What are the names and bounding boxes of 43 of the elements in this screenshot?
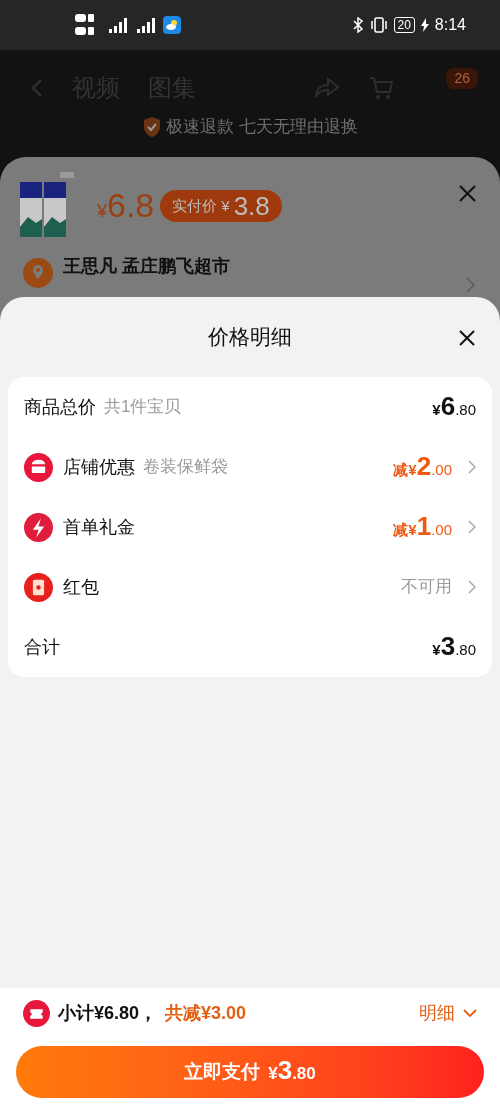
share-icon[interactable] bbox=[314, 76, 340, 100]
row-note: 卷装保鲜袋 bbox=[143, 456, 228, 479]
lightning-icon bbox=[24, 512, 53, 542]
chevron-right-icon[interactable] bbox=[466, 277, 475, 293]
location-icon bbox=[23, 258, 53, 288]
row-label: 首单礼金 bbox=[63, 515, 135, 539]
coupon-icon bbox=[23, 999, 50, 1027]
price-amount: ¥3.80 bbox=[432, 632, 476, 662]
battery-level: 20 bbox=[393, 17, 415, 33]
discount-amount: 减¥1.00 bbox=[393, 512, 452, 542]
details-toggle[interactable]: 明细 bbox=[419, 999, 477, 1027]
row-label: 红包 bbox=[63, 575, 99, 599]
row-label: 店铺优惠 bbox=[63, 455, 135, 479]
sheet-title: 价格明细 bbox=[208, 324, 292, 351]
discount-amount: 减¥2.00 bbox=[393, 452, 452, 482]
subtotal-text: 小计¥6.80， bbox=[58, 1001, 158, 1025]
product-thumbnail bbox=[20, 172, 75, 240]
store-icon bbox=[24, 452, 53, 482]
chevron-right-icon[interactable] bbox=[468, 580, 476, 594]
row-status: 不可用 bbox=[401, 576, 452, 599]
actual-price-badge: 实付价 ¥3.8 bbox=[160, 190, 282, 222]
cart-count-badge: 26 bbox=[446, 68, 478, 89]
address-name: 王思凡 孟庄鹏飞超市 bbox=[63, 254, 230, 278]
product-price: ¥6.8 bbox=[97, 187, 155, 225]
chevron-right-icon[interactable] bbox=[468, 460, 476, 474]
chevron-right-icon[interactable] bbox=[468, 520, 476, 534]
pay-button[interactable]: 立即支付 ¥3.80 bbox=[16, 1046, 484, 1098]
weather-app-icon bbox=[163, 16, 181, 34]
envelope-icon bbox=[24, 572, 53, 602]
close-icon[interactable] bbox=[459, 330, 475, 346]
shield-check-icon bbox=[142, 115, 163, 138]
charging-icon bbox=[420, 18, 429, 32]
price-amount: ¥6.80 bbox=[432, 392, 476, 422]
vibrate-icon bbox=[369, 17, 388, 33]
row-label: 商品总价 bbox=[24, 395, 96, 419]
clock-time: 8:14 bbox=[434, 15, 466, 35]
bluetooth-icon bbox=[351, 17, 364, 33]
cart-icon[interactable] bbox=[368, 75, 394, 101]
row-note: 共1件宝贝 bbox=[104, 396, 182, 419]
discount-total: 共减¥3.00 bbox=[165, 1001, 247, 1025]
guarantee-text: 极速退款 七天无理由退换 bbox=[166, 116, 358, 138]
back-icon[interactable] bbox=[30, 78, 44, 98]
row-label: 合计 bbox=[24, 635, 60, 659]
